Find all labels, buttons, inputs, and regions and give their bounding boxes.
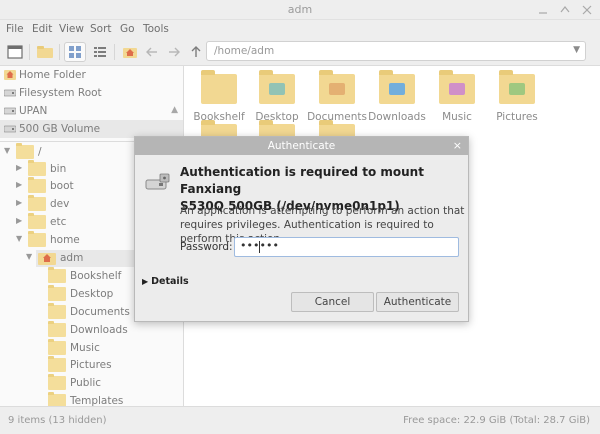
authenticate-button[interactable]: Authenticate [376, 292, 459, 312]
text-caret [259, 241, 260, 253]
authenticate-dialog: Authenticate × Authentication is require… [134, 136, 469, 322]
details-expander[interactable]: ▶ Details [142, 276, 189, 287]
cancel-button[interactable]: Cancel [291, 292, 374, 312]
password-label: Password: [180, 241, 233, 253]
close-icon[interactable]: × [453, 139, 462, 152]
dialog-titlebar: Authenticate × [135, 137, 468, 155]
drive-lock-icon [145, 173, 170, 190]
dialog-title: Authenticate [267, 140, 336, 152]
password-field[interactable]: •••••• [234, 237, 459, 257]
chevron-right-icon: ▶ [142, 277, 149, 286]
